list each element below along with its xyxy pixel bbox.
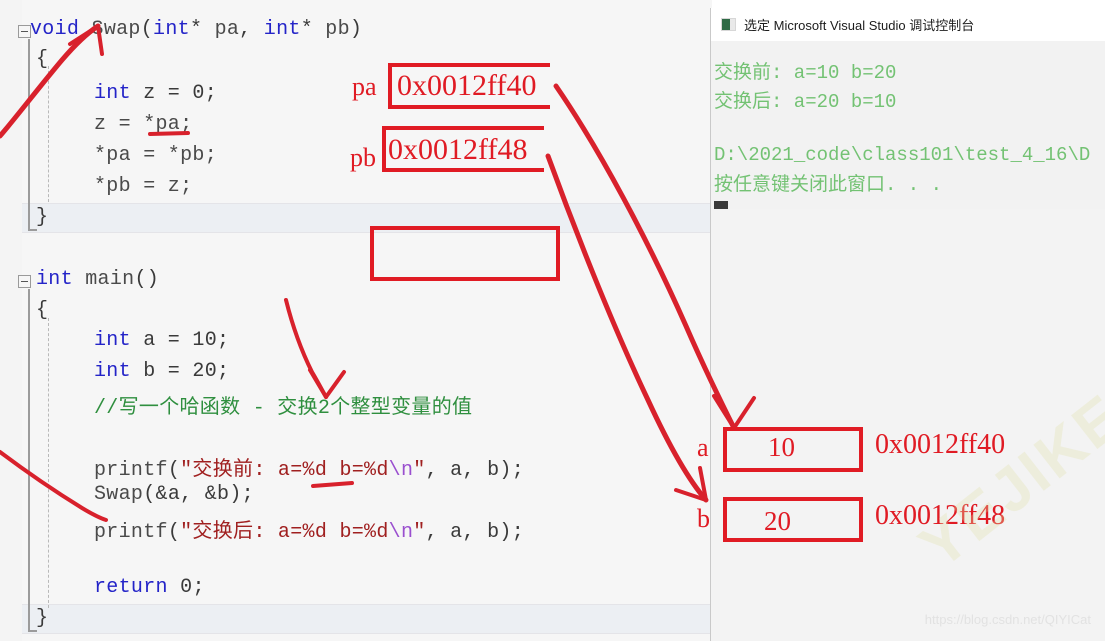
- block-bracket-main-foot: [28, 630, 37, 632]
- code-token: b =: [130, 360, 193, 383]
- editor-separator: [22, 633, 712, 634]
- code-token: Swap: [91, 18, 141, 41]
- code-token: int: [94, 329, 131, 352]
- block-bracket-swap-foot: [28, 229, 37, 231]
- code-line[interactable]: z = *pa;: [94, 113, 192, 136]
- code-token: printf: [94, 459, 168, 482]
- console-output-line: 交换后: a=20 b=10: [714, 91, 897, 113]
- code-line[interactable]: //写一个哈函数 - 交换2个整型变量的值: [94, 390, 472, 420]
- console-title-text: 选定 Microsoft Visual Studio 调试控制台: [744, 18, 975, 33]
- code-token: return: [94, 576, 168, 599]
- code-line[interactable]: {: [36, 48, 48, 71]
- code-line[interactable]: {: [36, 299, 48, 322]
- code-token: ;: [204, 82, 218, 105]
- console-output-line: D:\2021_code\class101\test_4_16\D: [714, 144, 1091, 166]
- code-token: ": [413, 521, 426, 544]
- code-token: 20: [192, 360, 218, 383]
- code-token: int: [153, 18, 190, 41]
- code-token: (): [134, 268, 160, 291]
- collapsed-region-band: [22, 605, 712, 633]
- code-token: (: [140, 18, 154, 41]
- code-token: {: [36, 48, 49, 71]
- code-line[interactable]: int z = 0;: [94, 82, 217, 105]
- code-token: 10: [192, 329, 218, 352]
- code-token: pb: [325, 18, 350, 41]
- code-token: int: [36, 268, 73, 291]
- code-token: , a, b);: [425, 521, 524, 544]
- code-token: ;: [217, 329, 230, 352]
- code-line[interactable]: Swap(&a, &b);: [94, 483, 254, 506]
- code-token: int: [94, 82, 131, 105]
- code-token: pa: [214, 18, 240, 41]
- code-token: "交换后: a=%d b=%d: [180, 521, 389, 544]
- code-token: (: [167, 459, 181, 482]
- code-token: "交换前: a=%d b=%d: [180, 459, 389, 482]
- console-output-area[interactable]: 交换前: a=10 b=20 交换后: a=20 b=10 D:\2021_code…: [711, 41, 1105, 209]
- code-line[interactable]: int a = 10;: [94, 329, 229, 352]
- collapse-toggle-main[interactable]: [18, 275, 31, 288]
- code-token: int: [94, 360, 131, 383]
- code-line[interactable]: int b = 20;: [94, 360, 229, 383]
- code-token: (&a, &b);: [143, 483, 254, 506]
- code-token: *: [300, 18, 326, 41]
- code-token: }: [36, 206, 49, 229]
- code-token: (: [167, 521, 181, 544]
- debug-console-window[interactable]: 选定 Microsoft Visual Studio 调试控制台 交换前: a=…: [710, 8, 1105, 641]
- code-token: ;: [192, 576, 205, 599]
- code-token: , a, b);: [425, 459, 524, 482]
- console-cursor: [714, 201, 728, 209]
- code-token: ): [349, 18, 363, 41]
- collapsed-region-band: [22, 204, 712, 232]
- code-token: *pa = *pb;: [94, 144, 218, 167]
- code-editor-pane[interactable]: void Swap(int* pa, int* pb){int z = 0; z …: [0, 0, 712, 641]
- code-token: Swap: [94, 483, 144, 506]
- code-line[interactable]: printf("交换后: a=%d b=%d\n", a, b);: [94, 514, 524, 544]
- indent-guide: [48, 66, 49, 202]
- code-token: *pb = z;: [94, 175, 193, 198]
- block-bracket-main: [28, 289, 30, 630]
- code-line[interactable]: void Swap(int* pa, int* pb): [30, 18, 362, 41]
- code-token: a =: [130, 329, 193, 352]
- code-token: \n: [388, 459, 414, 482]
- code-token: 0: [180, 576, 193, 599]
- code-token: {: [36, 299, 49, 322]
- code-line[interactable]: *pb = z;: [94, 175, 192, 198]
- code-token: \n: [388, 521, 414, 544]
- console-output-line: 按任意键关闭此窗口. . .: [714, 174, 943, 196]
- code-token: int: [263, 18, 301, 41]
- code-token: *: [189, 18, 215, 41]
- screenshot-root: void Swap(int* pa, int* pb){int z = 0; z …: [0, 0, 1105, 641]
- code-token: ": [413, 459, 426, 482]
- code-line[interactable]: int main(): [36, 268, 159, 291]
- console-window-icon: [721, 18, 736, 31]
- code-token: //写一个哈函数 - 交换2个整型变量的值: [94, 397, 473, 420]
- code-token: printf: [94, 521, 168, 544]
- indent-guide: [48, 318, 49, 608]
- code-token: ;: [217, 360, 230, 383]
- editor-separator: [22, 232, 712, 233]
- code-line[interactable]: }: [36, 607, 48, 630]
- code-token: }: [36, 607, 49, 630]
- code-line[interactable]: *pa = *pb;: [94, 144, 217, 167]
- code-token: z =: [130, 82, 193, 105]
- code-token: void: [30, 18, 92, 41]
- code-token: z = *pa;: [94, 113, 193, 136]
- block-bracket-swap: [28, 39, 30, 229]
- code-line[interactable]: printf("交换前: a=%d b=%d\n", a, b);: [94, 452, 524, 482]
- code-line[interactable]: return 0;: [94, 576, 205, 599]
- console-title-bar[interactable]: 选定 Microsoft Visual Studio 调试控制台: [711, 8, 1105, 41]
- code-line[interactable]: }: [36, 206, 48, 229]
- code-token: 0: [192, 82, 205, 105]
- code-token: ,: [239, 18, 264, 41]
- console-blank-area: [711, 209, 1105, 641]
- code-token: main: [85, 268, 135, 291]
- console-output-line: 交换前: a=10 b=20: [714, 62, 897, 84]
